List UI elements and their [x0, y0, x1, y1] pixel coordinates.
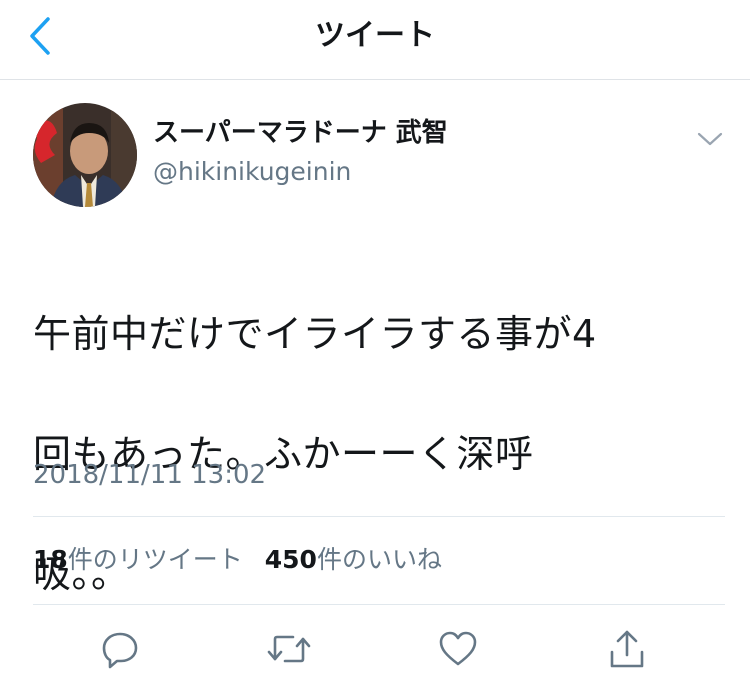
retweet-icon [267, 635, 311, 663]
heart-icon [439, 631, 477, 666]
likes-label: 件のいいね [316, 545, 442, 574]
avatar[interactable] [33, 103, 137, 207]
like-button[interactable] [434, 625, 482, 673]
reply-button[interactable] [96, 625, 144, 673]
retweets-label: 件のリツイート [67, 545, 243, 574]
retweets-stat[interactable]: 18件のリツイート [33, 543, 243, 577]
tweet-stats: 18件のリツイート 450件のいいね [33, 543, 456, 577]
likes-stat[interactable]: 450件のいいね [265, 543, 442, 577]
share-icon [610, 630, 644, 668]
retweets-count: 18 [33, 545, 68, 574]
tweet-text-line: 午前中だけでイライラする事が4 [33, 312, 597, 356]
user-handle[interactable]: @hikinikugeinin [153, 156, 351, 188]
page-title: ツイート [315, 18, 435, 53]
divider [33, 604, 725, 605]
chevron-down-icon [697, 132, 723, 146]
likes-count: 450 [264, 545, 317, 574]
tweet-menu-button[interactable] [690, 124, 730, 154]
tweet-timestamp: 2018/11/11 13:02 [33, 460, 267, 490]
top-bar: ツイート [0, 0, 750, 80]
avatar-image [33, 103, 137, 207]
tweet-text: 午前中だけでイライラする事が4 回もあった。ふかーーく深呼 吸。。 [33, 244, 703, 664]
share-button[interactable] [603, 625, 651, 673]
retweet-button[interactable] [265, 625, 313, 673]
display-name[interactable]: スーパーマラドーナ 武智 [153, 116, 448, 150]
reply-icon [102, 632, 138, 669]
divider [33, 516, 725, 517]
